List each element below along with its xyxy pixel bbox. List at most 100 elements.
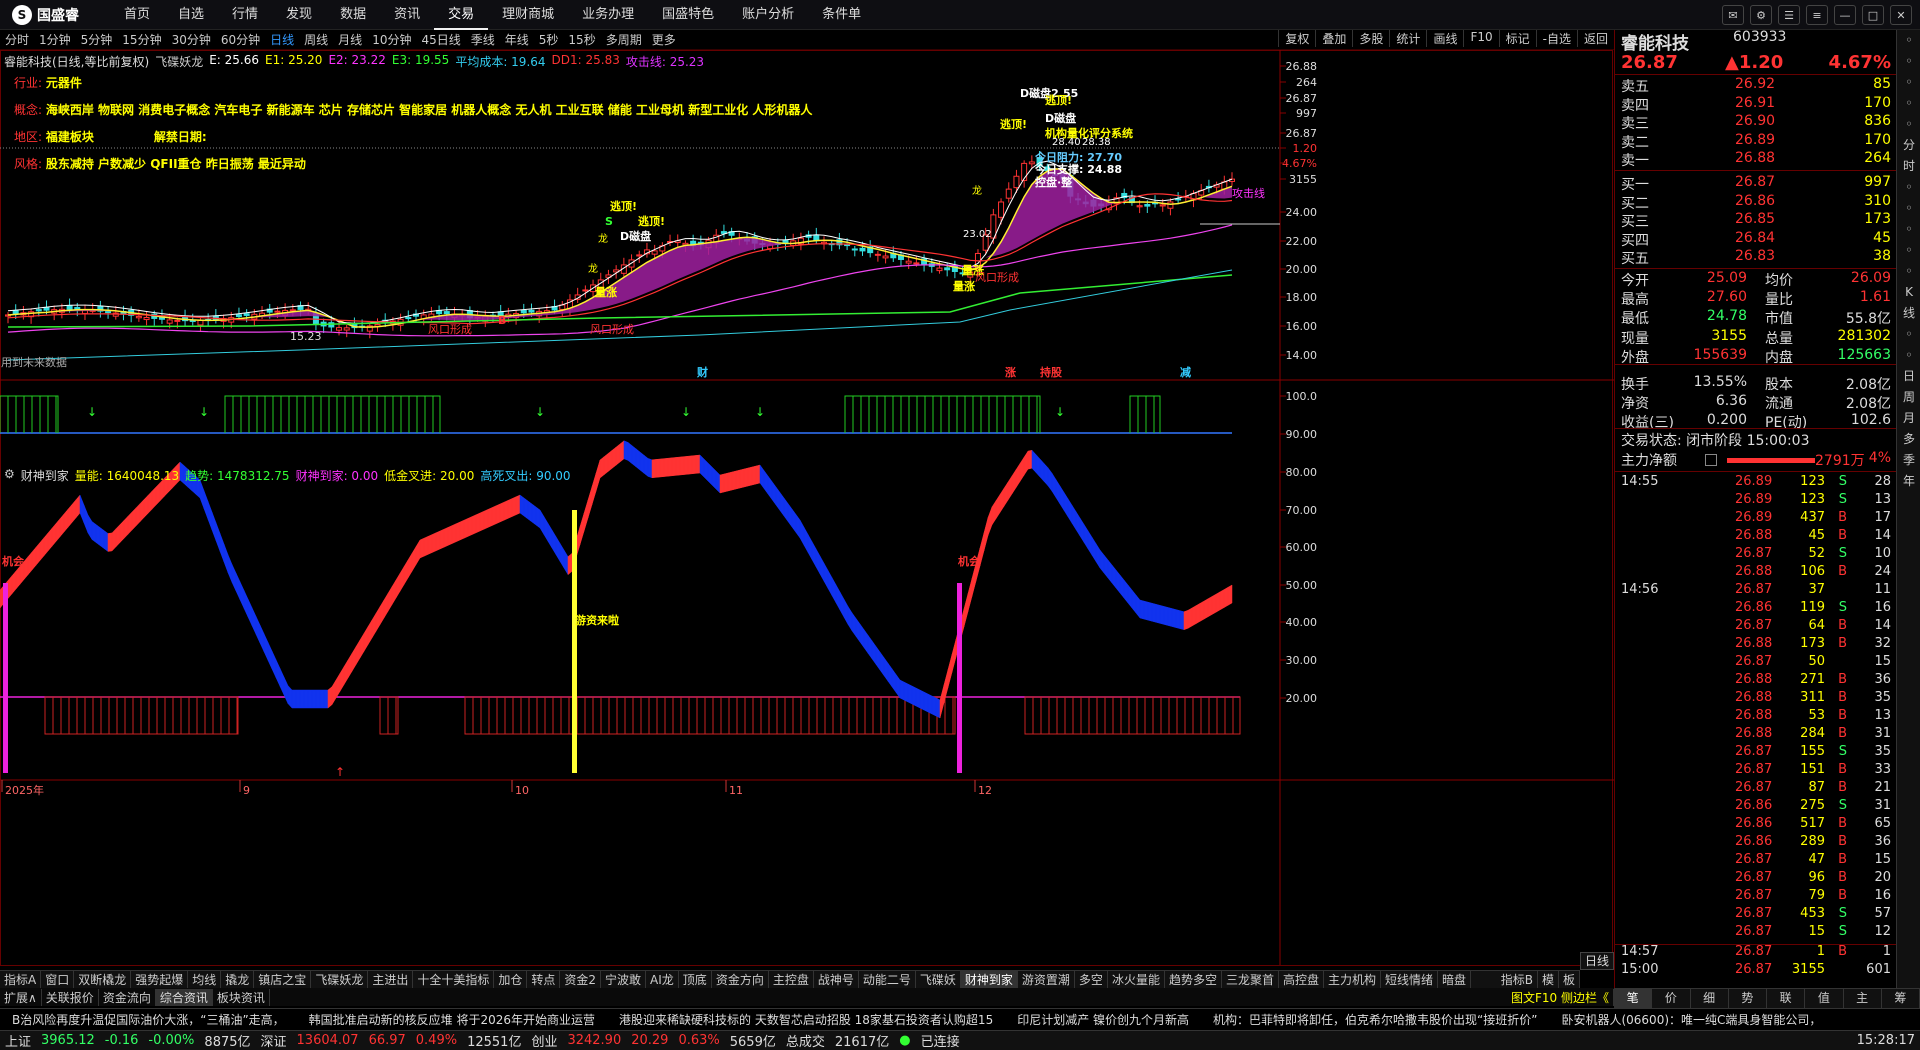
bottom-tab-3[interactable]: 综合资讯 xyxy=(155,988,213,1006)
nav-item-9[interactable]: 国盛特色 xyxy=(648,0,728,30)
nav-item-7[interactable]: 理财商城 xyxy=(488,0,568,30)
news-item[interactable]: 印尼计划减产 镍价创九个月新高 xyxy=(1005,1011,1201,1028)
indicator-tab-3[interactable]: 强势起爆 xyxy=(131,971,189,988)
indicator-tab-25[interactable]: 趋势多空 xyxy=(1165,971,1222,988)
indicator-tab-27[interactable]: 高控盘 xyxy=(1279,971,1324,988)
gear-icon[interactable]: ⚙ xyxy=(4,467,15,484)
indicator-tab-right-1[interactable]: 模 xyxy=(1538,971,1559,988)
settings-icon[interactable]: ⚙ xyxy=(1750,5,1772,25)
side-button-12[interactable]: K xyxy=(1897,282,1920,303)
period-5[interactable]: 60分钟 xyxy=(216,31,265,48)
period-9[interactable]: 10分钟 xyxy=(367,31,416,48)
side-button-10[interactable]: ◦ xyxy=(1897,240,1920,261)
period-15[interactable]: 多周期 xyxy=(601,31,647,48)
indicator-tab-7[interactable]: 飞碟妖龙 xyxy=(311,971,369,988)
side-button-19[interactable]: 多 xyxy=(1897,429,1920,450)
side-button-6[interactable]: 时 xyxy=(1897,156,1920,177)
nav-item-10[interactable]: 账户分析 xyxy=(728,0,808,30)
side-button-14[interactable]: ◦ xyxy=(1897,324,1920,345)
indicator-tab-10[interactable]: 加仓 xyxy=(494,971,528,988)
news-item[interactable]: 卧安机器人(06600)：唯一纯C端具身智能公司， xyxy=(1549,1011,1833,1028)
nav-item-5[interactable]: 资讯 xyxy=(380,0,434,30)
period-6[interactable]: 日线 xyxy=(265,31,299,48)
indicator-tab-16[interactable]: 资金方向 xyxy=(712,971,769,988)
period-16[interactable]: 更多 xyxy=(647,31,681,48)
side-button-0[interactable]: ◦ xyxy=(1897,30,1920,51)
period-1[interactable]: 1分钟 xyxy=(34,31,76,48)
side-button-21[interactable]: 年 xyxy=(1897,471,1920,492)
tool-button-6[interactable]: 标记 xyxy=(1498,30,1536,47)
side-button-11[interactable]: ◦ xyxy=(1897,261,1920,282)
side-button-9[interactable]: ◦ xyxy=(1897,219,1920,240)
expand-icon[interactable] xyxy=(1705,454,1717,466)
period-7[interactable]: 周线 xyxy=(299,31,333,48)
indicator-tab-12[interactable]: 资金2 xyxy=(560,971,602,988)
period-11[interactable]: 季线 xyxy=(466,31,500,48)
side-button-1[interactable]: ◦ xyxy=(1897,51,1920,72)
indicator-tab-26[interactable]: 三龙聚首 xyxy=(1222,971,1279,988)
news-item[interactable]: B治风险再度升温促国际油价大涨，“三桶油”走高， xyxy=(0,1011,297,1028)
maximize-icon[interactable]: □ xyxy=(1862,5,1884,25)
indicator-tab-30[interactable]: 暗盘 xyxy=(1438,971,1472,988)
side-button-18[interactable]: 月 xyxy=(1897,408,1920,429)
tool-button-3[interactable]: 统计 xyxy=(1389,30,1426,47)
indicator-tab-14[interactable]: AI龙 xyxy=(646,971,679,988)
nav-item-11[interactable]: 条件单 xyxy=(808,0,875,30)
sub-indicator-name[interactable]: 财神到家 xyxy=(21,467,69,484)
indicator-tab-22[interactable]: 游资置潮 xyxy=(1018,971,1075,988)
indicator-tab-right-0[interactable]: 指标B xyxy=(1497,971,1538,988)
tool-button-1[interactable]: 叠加 xyxy=(1315,30,1352,47)
quote-tab-7[interactable]: 筹 xyxy=(1882,989,1920,1008)
nav-item-2[interactable]: 行情 xyxy=(218,0,272,30)
indicator-tab-29[interactable]: 短线情绪 xyxy=(1381,971,1439,988)
tool-button-2[interactable]: 多股 xyxy=(1352,30,1389,47)
period-12[interactable]: 年线 xyxy=(500,31,534,48)
quote-tab-4[interactable]: 联 xyxy=(1767,989,1806,1008)
quote-tab-3[interactable]: 势 xyxy=(1729,989,1767,1008)
brand-logo[interactable]: S 国盛睿 xyxy=(0,4,110,25)
sz-label[interactable]: 深证 xyxy=(256,1031,292,1050)
quote-tab-6[interactable]: 主 xyxy=(1844,989,1882,1008)
bottom-tab-2[interactable]: 资金流向 xyxy=(99,988,156,1006)
message-icon[interactable]: ✉ xyxy=(1722,5,1744,25)
f10-sidebar-toggle[interactable]: 图文F10 侧边栏《 xyxy=(1507,988,1614,1006)
indicator-tab-right-2[interactable]: 板 xyxy=(1559,971,1580,988)
kline-chart-svg[interactable]: 26.88 264 26.87 997 26.87 1.20 4.67% 3155 24.00 2… xyxy=(0,50,1614,966)
indicator-tab-28[interactable]: 主力机构 xyxy=(1324,971,1382,988)
period-label[interactable]: 日线 xyxy=(1580,952,1614,970)
quote-tab-0[interactable]: 笔 xyxy=(1614,989,1653,1008)
period-4[interactable]: 30分钟 xyxy=(167,31,216,48)
indicator-tab-21[interactable]: 财神到家 xyxy=(960,971,1018,988)
indicator-tab-2[interactable]: 双断橇龙 xyxy=(74,971,132,988)
side-button-2[interactable]: ◦ xyxy=(1897,72,1920,93)
nav-item-3[interactable]: 发现 xyxy=(272,0,326,30)
minimize-icon[interactable]: — xyxy=(1834,5,1856,25)
side-button-20[interactable]: 季 xyxy=(1897,450,1920,471)
tool-button-7[interactable]: -自选 xyxy=(1535,30,1577,47)
side-button-4[interactable]: ◦ xyxy=(1897,114,1920,135)
indicator-tab-19[interactable]: 动能二号 xyxy=(859,971,916,988)
indicator-tab-13[interactable]: 宁波敢 xyxy=(601,971,647,988)
indicator-tab-0[interactable]: 指标A xyxy=(0,971,42,988)
indicator-tab-1[interactable]: 窗口 xyxy=(41,971,75,988)
news-item[interactable]: 韩国批准启动新的核反应堆 将于2026年开始商业运营 xyxy=(297,1011,607,1028)
indicator-tab-24[interactable]: 冰火量能 xyxy=(1108,971,1165,988)
skin-icon[interactable]: ☰ xyxy=(1778,5,1800,25)
indicator-tab-23[interactable]: 多空 xyxy=(1075,971,1108,988)
indicator-tab-20[interactable]: 飞碟妖 xyxy=(916,971,961,988)
side-button-15[interactable]: ◦ xyxy=(1897,345,1920,366)
news-item[interactable]: 港股迎来稀缺硬科技标的 天数智芯启动招股 18家基石投资者认购超15 xyxy=(607,1011,1005,1028)
nav-item-1[interactable]: 自选 xyxy=(164,0,218,30)
tool-button-0[interactable]: 复权 xyxy=(1278,30,1315,47)
tool-button-5[interactable]: F10 xyxy=(1463,30,1498,47)
nav-item-6[interactable]: 交易 xyxy=(434,0,489,30)
tool-button-8[interactable]: 返回 xyxy=(1576,30,1614,47)
nav-item-4[interactable]: 数据 xyxy=(326,0,380,30)
news-ticker[interactable]: B治风险再度升温促国际油价大涨，“三桶油”走高， 韩国批准启动新的核反应堆 将于2… xyxy=(0,1008,1920,1030)
period-2[interactable]: 5分钟 xyxy=(76,31,118,48)
indicator-tab-18[interactable]: 战神号 xyxy=(814,971,859,988)
side-button-8[interactable]: ◦ xyxy=(1897,198,1920,219)
indicator-tab-5[interactable]: 撬龙 xyxy=(221,971,255,988)
bottom-tab-1[interactable]: 关联报价 xyxy=(42,988,99,1006)
side-button-5[interactable]: 分 xyxy=(1897,135,1920,156)
